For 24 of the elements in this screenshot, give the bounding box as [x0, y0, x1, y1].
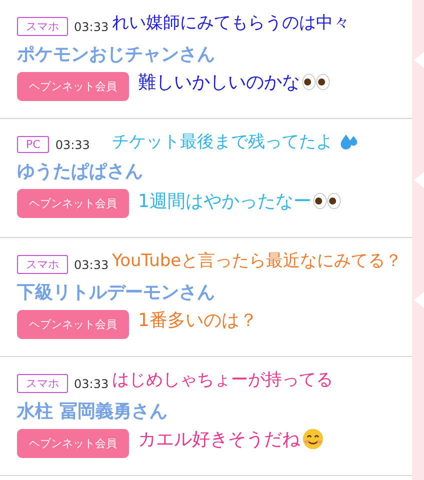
- caption-text: チケット最後まで残ってたよ: [112, 131, 333, 153]
- post-time: 03:33: [74, 258, 109, 272]
- caption-text: カエル好きそうだね: [138, 428, 300, 451]
- post-time: 03:33: [55, 138, 90, 152]
- user-name[interactable]: 下級リトルデーモンさん: [17, 280, 215, 304]
- member-button[interactable]: ヘブンネット会員: [17, 429, 129, 458]
- caption-text: はじめしゃちょーが持ってる: [112, 369, 333, 391]
- device-tag: スマホ: [17, 255, 68, 274]
- user-name[interactable]: ゆうたぱぱさん: [17, 159, 143, 183]
- device-tag: スマホ: [17, 17, 68, 36]
- caption-text: 1週間はやかったなー: [138, 190, 312, 213]
- member-button[interactable]: ヘブンネット会員: [17, 189, 129, 218]
- device-tag: PC: [17, 136, 50, 153]
- user-name[interactable]: ポケモンおじチャンさん: [17, 42, 215, 66]
- caption-text: 1番多いのは？: [138, 309, 258, 332]
- post-time: 03:33: [74, 20, 109, 34]
- caption-text: れい媒師にみてもらうのは中々: [112, 12, 350, 34]
- caption-text: YouTubeと言ったら最近なにみてる？: [112, 250, 402, 272]
- member-button[interactable]: ヘブンネット会員: [17, 72, 129, 101]
- caption-text: 難しいかしいのかな: [138, 71, 300, 94]
- member-button[interactable]: ヘブンネット会員: [17, 310, 129, 339]
- user-name[interactable]: 水柱 冨岡義勇さん: [17, 399, 168, 423]
- post-time: 03:33: [74, 376, 109, 390]
- device-tag: スマホ: [17, 374, 68, 393]
